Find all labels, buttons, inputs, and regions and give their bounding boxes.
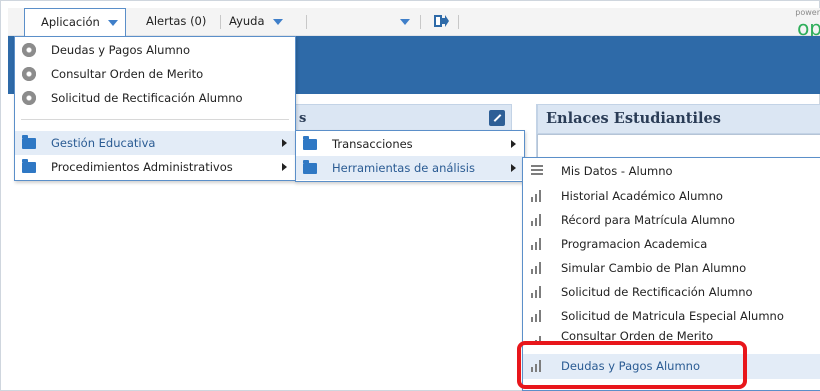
- bar-chart-icon: [531, 190, 545, 202]
- menu-item-label: Programacion Academica: [561, 237, 708, 251]
- menu-aplicacion-label: Aplicación: [41, 15, 100, 29]
- menu-item-herramientas-analisis[interactable]: Herramientas de análisis: [296, 156, 524, 180]
- menu-item-label: Herramientas de análisis: [332, 161, 475, 175]
- menu-item-historial-academico[interactable]: Historial Académico Alumno: [523, 184, 820, 209]
- bar-chart-icon: [531, 262, 545, 274]
- folder-icon: [22, 159, 36, 173]
- menu-item-label: Mis Datos - Alumno: [561, 164, 673, 178]
- submenu-gestion-educativa: Transacciones Herramientas de análisis: [295, 130, 525, 182]
- menu-item-rectificacion[interactable]: Solicitud de Rectificación Alumno: [15, 86, 295, 110]
- gear-icon: [22, 91, 36, 105]
- chevron-down-icon: [107, 19, 118, 26]
- chevron-right-icon: [282, 139, 287, 147]
- menu-separator: [220, 15, 221, 29]
- menu-user-dropdown[interactable]: [392, 8, 410, 36]
- menu-separator: [458, 15, 459, 29]
- menu-item-record-matricula[interactable]: Récord para Matrícula Alumno: [523, 208, 820, 233]
- portlet-search-input[interactable]: [537, 134, 820, 158]
- menu-item-matricula-especial[interactable]: Solicitud de Matricula Especial Alumno: [523, 304, 820, 329]
- menu-item-gestion-educativa[interactable]: Gestión Educativa: [15, 131, 295, 155]
- list-icon: [531, 165, 545, 177]
- menu-item-label: Solicitud de Matricula Especial Alumno: [561, 309, 784, 323]
- bar-chart-icon: [531, 286, 545, 298]
- portlet-right-title: Enlaces Estudiantiles: [546, 110, 721, 127]
- menu-item-label: Récord para Matrícula Alumno: [561, 213, 735, 227]
- menu-item-label: Transacciones: [332, 137, 413, 151]
- bar-chart-icon: [531, 310, 545, 322]
- menu-item-label: Solicitud de Rectificación Alumno: [51, 91, 243, 105]
- menu-separator: [420, 15, 421, 29]
- menu-aplicacion[interactable]: Aplicación: [24, 8, 126, 37]
- menu-divider: [21, 119, 289, 120]
- menu-item-transacciones[interactable]: Transacciones: [296, 132, 524, 156]
- menu-item-label: Gestión Educativa: [51, 136, 156, 150]
- top-menubar: Aplicación Alertas (0) Ayuda power op: [8, 8, 820, 40]
- chevron-right-icon: [511, 140, 516, 148]
- menu-item-simular-cambio[interactable]: Simular Cambio de Plan Alumno: [523, 256, 820, 281]
- menu-item-label: Simular Cambio de Plan Alumno: [561, 261, 747, 275]
- edit-icon[interactable]: [489, 110, 505, 126]
- menu-item-programacion-academica[interactable]: Programacion Academica: [523, 232, 820, 257]
- menu-separator: [306, 15, 307, 29]
- gear-icon: [22, 43, 36, 57]
- logout-icon[interactable]: [433, 13, 449, 29]
- bar-chart-icon: [531, 214, 545, 226]
- chevron-down-icon: [272, 18, 283, 25]
- highlight-annotation: [517, 341, 747, 389]
- menu-item-label: Procedimientos Administrativos: [51, 160, 233, 174]
- menu-item-label: Consultar Orden de Merito: [51, 67, 204, 81]
- gear-icon: [22, 67, 36, 81]
- chevron-right-icon: [511, 164, 516, 172]
- folder-icon: [303, 160, 317, 174]
- menu-item-label: Solicitud de Rectificación Alumno: [561, 285, 753, 299]
- chevron-down-icon: [400, 18, 410, 25]
- chevron-right-icon: [282, 163, 287, 171]
- menu-ayuda-label: Ayuda: [229, 14, 265, 28]
- folder-icon: [303, 136, 317, 150]
- portlet-right-header: Enlaces Estudiantiles: [537, 104, 820, 134]
- menu-ayuda[interactable]: Ayuda: [229, 8, 283, 36]
- menu-alertas[interactable]: Alertas (0): [146, 8, 206, 36]
- menu-item-deudas-pagos[interactable]: Deudas y Pagos Alumno: [15, 38, 295, 62]
- menu-alertas-label: Alertas (0): [146, 14, 207, 28]
- portlet-left-title: s: [299, 111, 307, 126]
- menu-aplicacion-dropdown: Deudas y Pagos Alumno Consultar Orden de…: [14, 36, 296, 181]
- bar-chart-icon: [531, 238, 545, 250]
- menu-item-label: Historial Académico Alumno: [561, 189, 723, 203]
- menu-item-label: Deudas y Pagos Alumno: [51, 43, 190, 57]
- menu-item-mis-datos[interactable]: Mis Datos - Alumno: [523, 159, 820, 184]
- menu-item-solicitud-rectificacion[interactable]: Solicitud de Rectificación Alumno: [523, 280, 820, 305]
- folder-icon: [22, 135, 36, 149]
- menu-item-orden-merito[interactable]: Consultar Orden de Merito: [15, 62, 295, 86]
- menu-item-procedimientos[interactable]: Procedimientos Administrativos: [15, 155, 295, 179]
